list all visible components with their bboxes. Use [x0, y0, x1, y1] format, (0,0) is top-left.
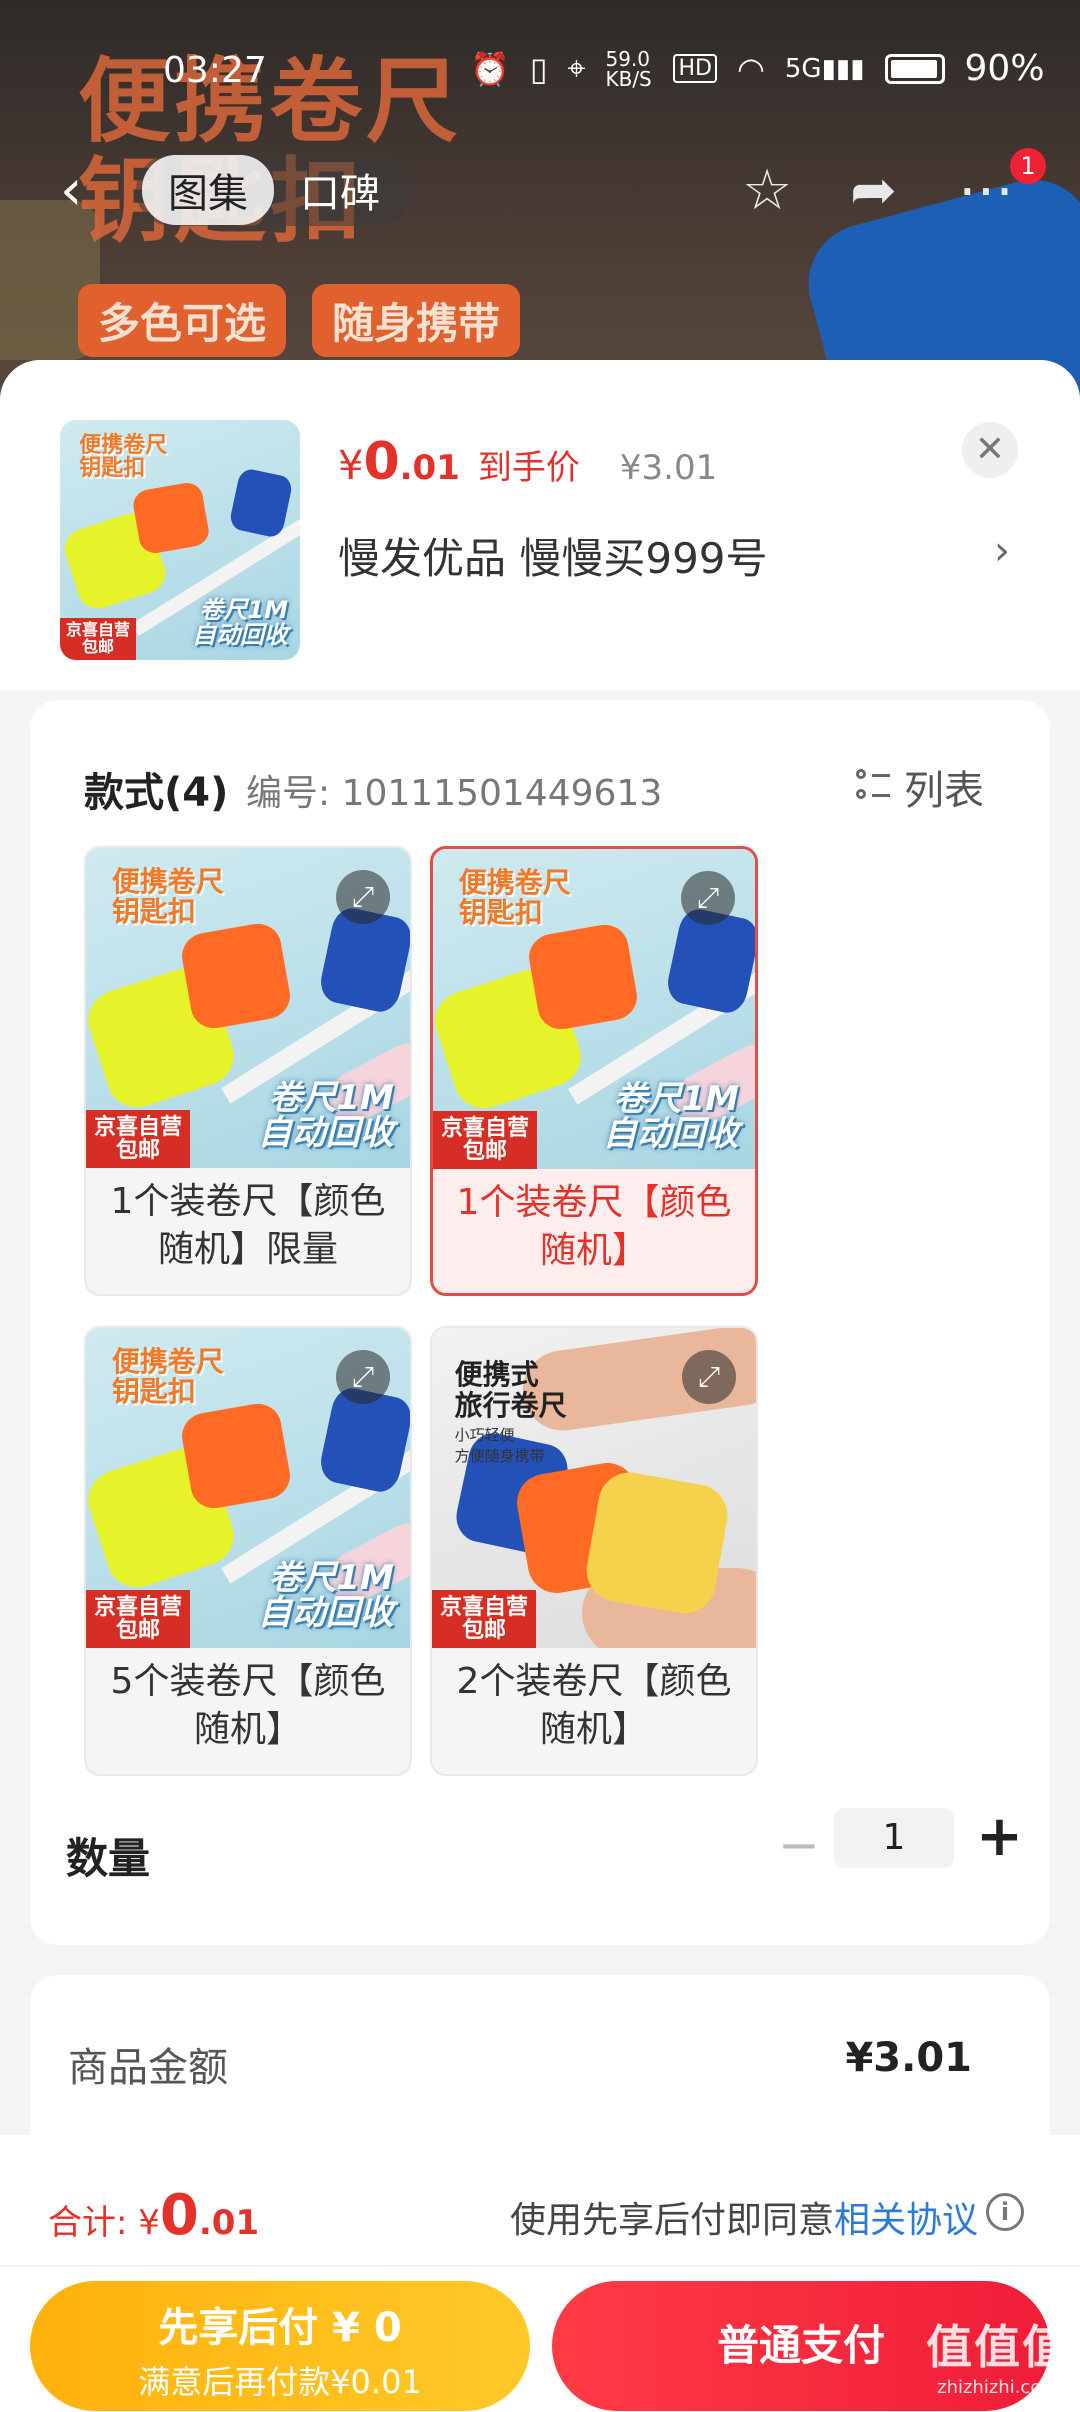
quantity-increase-button[interactable]: +: [976, 1804, 1023, 1869]
style-option[interactable]: 便携卷尺 钥匙扣 京喜自营 包邮 卷尺1M 自动回收 ⤢ 1个装卷尺【颜色随机】…: [84, 846, 412, 1296]
info-icon[interactable]: i: [986, 2193, 1024, 2231]
quantity-label: 数量: [66, 1834, 151, 1883]
option-image: 便携卷尺 钥匙扣 京喜自营 包邮 卷尺1M 自动回收 ⤢: [433, 849, 755, 1169]
tab-reviews[interactable]: 口碑: [274, 155, 406, 225]
watermark: 值值值 zhizhizhi.com: [926, 2320, 1070, 2398]
agreement-link[interactable]: 相关协议: [834, 2200, 978, 2241]
status-bar: 03:27 ⏰ ▯ ⌖ 59.0 KB/S HD ◠ 5G▮▮▮ 90%: [0, 40, 1080, 100]
style-option[interactable]: 便携式 旅行卷尺 小巧轻便 方便随身携带 京喜自营 包邮 ⤢ 2个装卷尺【颜色随…: [430, 1326, 758, 1776]
pay-later-button[interactable]: 先享后付 ¥ 0 满意后再付款¥0.01: [30, 2281, 530, 2411]
share-icon[interactable]: ➦: [850, 158, 897, 223]
agreement-text: 使用先享后付即同意相关协议: [510, 2200, 979, 2241]
message-badge: 1: [1010, 148, 1046, 184]
battery-percent: 90%: [964, 48, 1045, 89]
sku-bottom-sheet: 便携卷尺 钥匙扣 京喜自营 包邮 卷尺1M 自动回收 ¥ 0 .01 到手价 ¥…: [0, 360, 1080, 2412]
divider: [0, 2265, 1080, 2267]
style-option[interactable]: 便携卷尺 钥匙扣 京喜自营 包邮 卷尺1M 自动回收 ⤢ 5个装卷尺【颜色随机】: [84, 1326, 412, 1776]
hd-icon: HD: [673, 54, 717, 83]
option-name: 1个装卷尺【颜色随机】: [456, 1182, 732, 1271]
list-view-button[interactable]: 列表: [856, 758, 984, 816]
original-price: ¥3.01: [619, 448, 718, 488]
tab-gallery[interactable]: 图集: [142, 155, 274, 225]
option-name: 5个装卷尺【颜色随机】: [110, 1661, 386, 1750]
signal-icon: 5G▮▮▮: [784, 53, 865, 84]
wifi-icon: ◠: [736, 49, 765, 88]
product-summary: 便携卷尺 钥匙扣 京喜自营 包邮 卷尺1M 自动回收 ¥ 0 .01 到手价 ¥…: [0, 360, 1080, 690]
product-thumbnail[interactable]: 便携卷尺 钥匙扣 京喜自营 包邮 卷尺1M 自动回收: [60, 420, 300, 660]
back-icon[interactable]: ‹: [60, 158, 82, 223]
hero-chip: 多色可选: [78, 284, 287, 357]
checkout-bar: 合计: ¥ 0 .01 使用先享后付即同意相关协议 i 先享后付 ¥ 0 满意后…: [0, 2135, 1080, 2412]
net-speed: 59.0 KB/S: [605, 46, 652, 91]
final-price: ¥ 0 .01 到手价 ¥3.01: [338, 432, 718, 492]
quantity-input[interactable]: 1: [834, 1808, 954, 1868]
top-nav: ‹ 图集 口碑 ☆ ➦ ⋯ 1: [0, 148, 1080, 230]
status-time: 03:27: [163, 50, 267, 91]
expand-icon[interactable]: ⤢: [336, 1350, 390, 1404]
amount-label: 商品金额: [68, 2045, 228, 2091]
style-option-selected[interactable]: 便携卷尺 钥匙扣 京喜自营 包邮 卷尺1M 自动回收 ⤢ 1个装卷尺【颜色随机】: [430, 846, 758, 1296]
sku-code: 编号: 10111501449613: [246, 773, 663, 814]
option-image: 便携卷尺 钥匙扣 京喜自营 包邮 卷尺1M 自动回收 ⤢: [86, 1328, 410, 1648]
price-label: 到手价: [477, 448, 580, 488]
battery-icon: [884, 53, 945, 84]
option-image: 便携式 旅行卷尺 小巧轻便 方便随身携带 京喜自营 包邮 ⤢: [432, 1328, 756, 1648]
amount-value: ¥3.01: [845, 2035, 972, 2081]
star-icon[interactable]: ☆: [742, 158, 792, 223]
option-image: 便携卷尺 钥匙扣 京喜自营 包邮 卷尺1M 自动回收 ⤢: [86, 848, 410, 1168]
media-tabs: 图集 口碑: [136, 154, 412, 226]
style-selector: 款式(4) 编号: 10111501449613 列表 便携卷尺 钥匙扣 京喜自…: [30, 700, 1050, 1945]
vibrate-icon: ▯: [529, 49, 548, 88]
style-heading: 款式(4): [84, 770, 229, 816]
close-button[interactable]: ✕: [962, 422, 1018, 478]
hero-chips: 多色可选 随身携带: [78, 284, 521, 357]
hero-chip: 随身携带: [312, 284, 521, 357]
location-icon: ⌖: [567, 49, 586, 87]
total-price: 合计: ¥ 0 .01: [48, 2183, 260, 2248]
list-icon: [856, 769, 890, 805]
expand-icon[interactable]: ⤢: [681, 871, 735, 925]
option-name: 2个装卷尺【颜色随机】: [456, 1661, 732, 1750]
chevron-right-icon[interactable]: ›: [994, 528, 1010, 574]
more-icon[interactable]: ⋯: [958, 158, 1014, 223]
expand-icon[interactable]: ⤢: [682, 1350, 736, 1404]
quantity-decrease-button[interactable]: −: [778, 1816, 820, 1874]
shop-name[interactable]: 慢发优品 慢慢买999号: [338, 525, 768, 586]
option-name: 1个装卷尺【颜色随机】限量: [110, 1181, 386, 1270]
alarm-icon: ⏰: [470, 49, 510, 88]
expand-icon[interactable]: ⤢: [336, 870, 390, 924]
